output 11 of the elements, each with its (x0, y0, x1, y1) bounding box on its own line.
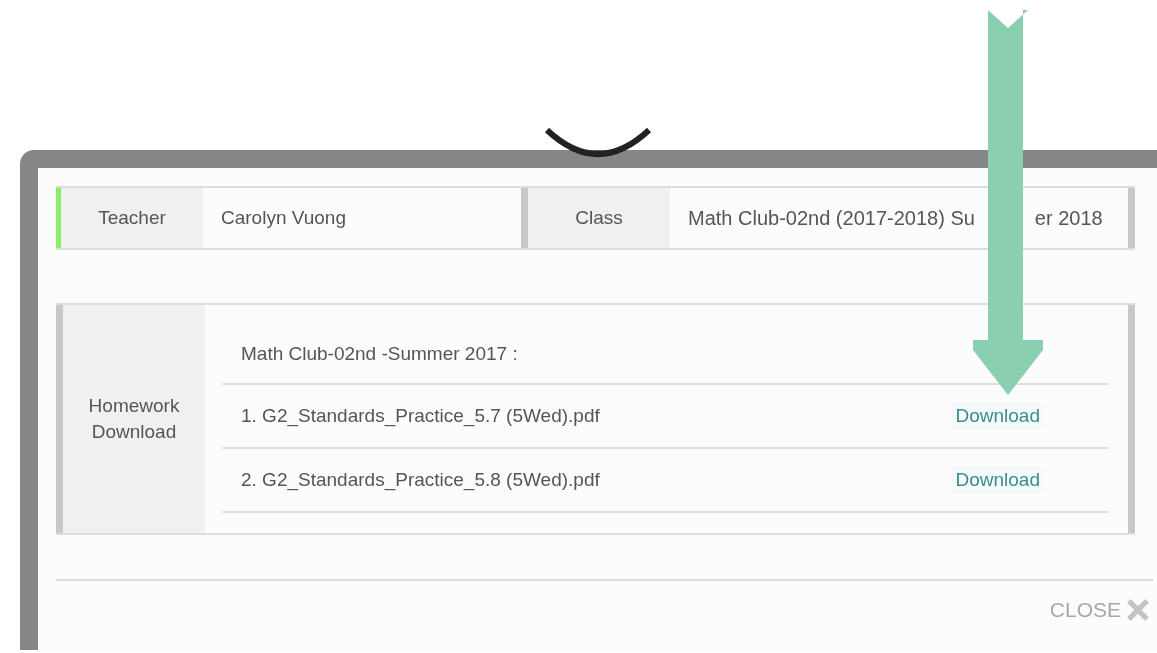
file-name: 2. G2_Standards_Practice_5.8 (5Wed).pdf (241, 469, 600, 491)
field-label: Teacher (61, 188, 203, 248)
field-value: Carolyn Vuong (221, 207, 346, 229)
download-link[interactable]: Download (951, 403, 1044, 429)
field-value: Math Club-02nd (2017-2018) Su (688, 206, 975, 230)
download-link[interactable]: Download (951, 467, 1044, 493)
field-value: er 2018 (1034, 206, 1103, 230)
field-label: Class (528, 188, 670, 248)
close-button[interactable]: CLOSE (1047, 597, 1153, 623)
file-name: 1. G2_Standards_Practice_5.7 (5Wed).pdf (241, 405, 600, 427)
section-label: Homework Download (63, 305, 205, 533)
